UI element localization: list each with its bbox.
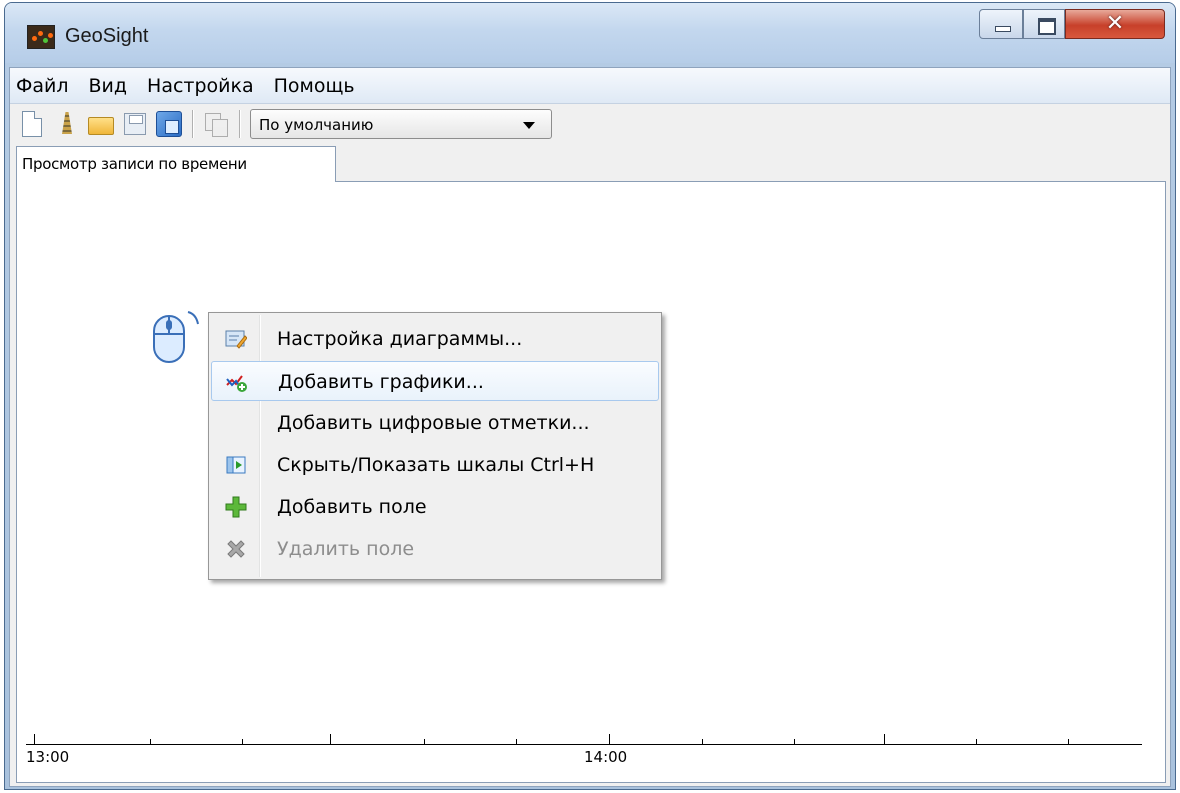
copy-icon xyxy=(203,112,229,137)
close-button[interactable]: ✕ xyxy=(1065,9,1165,39)
save-all-button[interactable] xyxy=(152,109,186,139)
menu-item-label: Удалить поле xyxy=(277,538,415,560)
minimize-button[interactable] xyxy=(979,9,1023,39)
delete-x-icon xyxy=(227,540,245,558)
menu-item-label: Настройка диаграммы... xyxy=(277,328,523,350)
chevron-down-icon xyxy=(523,122,535,129)
window-title: GeoSight xyxy=(65,25,149,47)
menu-help[interactable]: Помощь xyxy=(274,75,355,97)
menu-item-label: Скрыть/Показать шкалы Ctrl+H xyxy=(277,454,595,476)
menu-item-add-field[interactable]: Добавить поле xyxy=(211,487,659,527)
menu-item-label: Добавить цифровые отметки... xyxy=(277,412,590,434)
toolbar-separator xyxy=(192,110,193,138)
menu-item-delete-field[interactable]: Удалить поле xyxy=(211,529,659,569)
tower-button[interactable] xyxy=(50,109,84,139)
open-folder-icon xyxy=(88,117,114,135)
title-bar[interactable]: GeoSight ✕ xyxy=(5,3,1175,63)
menu-item-label: Добавить графики... xyxy=(278,371,484,393)
save-all-icon xyxy=(156,111,182,137)
profile-select-value: По умолчанию xyxy=(259,116,374,134)
profile-select[interactable]: По умолчанию xyxy=(250,109,552,139)
tab-time-record-view[interactable]: Просмотр записи по времени xyxy=(16,146,336,182)
axis-label-14: 14:00 xyxy=(584,748,628,766)
context-menu: Настройка диаграммы... Добавить графики.… xyxy=(208,312,662,580)
mouse-right-click-icon xyxy=(153,311,199,363)
axis-tick xyxy=(609,734,610,744)
menu-file[interactable]: Файл xyxy=(16,75,69,97)
app-logo-icon xyxy=(27,25,55,49)
menu-view[interactable]: Вид xyxy=(89,75,128,97)
tab-label: Просмотр записи по времени xyxy=(22,155,247,173)
menu-item-add-graphs[interactable]: Добавить графики... xyxy=(211,361,659,401)
axis-tick xyxy=(150,739,151,744)
close-icon: ✕ xyxy=(1105,11,1125,36)
axis-tick xyxy=(702,739,703,744)
menu-item-add-digital-marks[interactable]: Добавить цифровые отметки... xyxy=(211,403,659,443)
toolbar: По умолчанию xyxy=(10,104,1170,144)
maximize-button[interactable] xyxy=(1023,9,1065,39)
new-button[interactable] xyxy=(16,109,50,139)
axis-tick xyxy=(34,734,35,744)
save-icon xyxy=(124,113,146,135)
menu-item-toggle-scales[interactable]: Скрыть/Показать шкалы Ctrl+H xyxy=(211,445,659,485)
axis-tick xyxy=(1068,739,1069,744)
axis-tick xyxy=(884,734,885,744)
axis-tick xyxy=(242,739,243,744)
menu-bar: Файл Вид Настройка Помощь xyxy=(10,68,1170,104)
axis-tick xyxy=(976,739,977,744)
axis-tick xyxy=(424,739,425,744)
plus-icon xyxy=(225,496,247,518)
axis-tick xyxy=(516,739,517,744)
axis-label-13: 13:00 xyxy=(26,748,70,766)
chart-settings-icon xyxy=(225,330,247,349)
axis-tick xyxy=(794,739,795,744)
axis-line xyxy=(26,744,1142,745)
menu-item-chart-settings[interactable]: Настройка диаграммы... xyxy=(211,319,659,359)
toolbar-separator xyxy=(239,110,240,138)
menu-item-label: Добавить поле xyxy=(277,496,427,518)
time-axis: 13:00 14:00 xyxy=(26,734,1142,784)
menu-settings[interactable]: Настройка xyxy=(147,75,254,97)
add-graphs-icon xyxy=(226,375,247,392)
new-file-icon xyxy=(22,111,42,137)
axis-tick xyxy=(330,734,331,744)
tower-icon xyxy=(62,112,72,134)
copy-button[interactable] xyxy=(199,109,233,139)
open-button[interactable] xyxy=(84,109,118,139)
save-button[interactable] xyxy=(118,109,152,139)
toggle-scales-icon xyxy=(226,456,246,474)
